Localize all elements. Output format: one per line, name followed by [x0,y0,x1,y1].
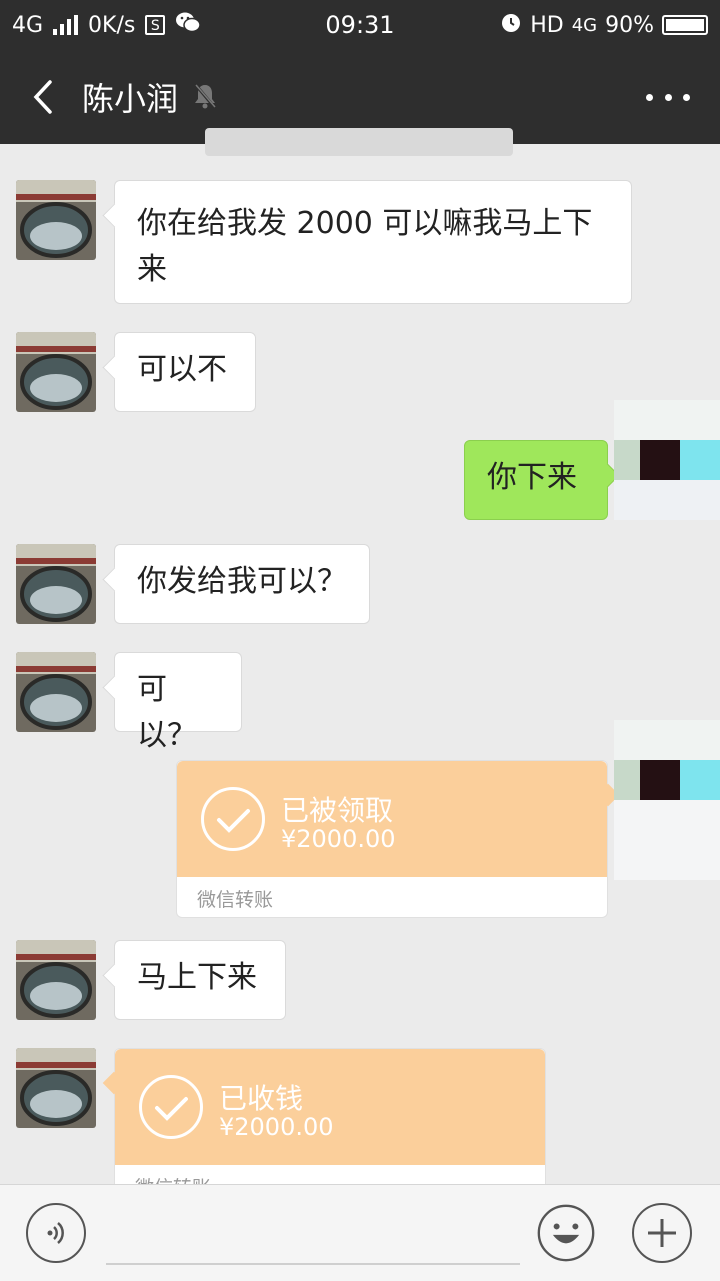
battery-percent: 90% [605,12,654,38]
check-icon [201,787,265,851]
transfer-status: 已收钱 [219,1082,304,1115]
contact-avatar[interactable] [16,940,96,1020]
check-icon [139,1075,203,1139]
message-text: 可以？ [137,672,197,753]
message-text: 马上下来 [137,960,257,995]
message-bubble[interactable]: 你在给我发 2000 可以嘛我马上下来 [114,180,632,304]
contact-avatar[interactable] [16,332,96,412]
message-bubble[interactable]: 可以？ [114,652,242,753]
network-label-2: 4G [571,14,598,36]
message-text: 你发给我可以？ [137,564,347,599]
alarm-icon [500,11,522,39]
contact-avatar[interactable] [16,180,96,260]
voice-icon [47,1222,64,1244]
more-options-button[interactable] [646,84,690,110]
transfer-amount: ¥2000.00 [219,1113,334,1141]
status-bar: 4G 0K/s S 09:31 HD 4G 90% [0,0,720,50]
emoji-icon [537,1204,595,1262]
back-button[interactable] [18,70,68,124]
my-avatar[interactable] [614,400,720,520]
transfer-label: 微信转账 [135,1173,211,1184]
transfer-card[interactable]: 已收钱 ¥2000.00 微信转账 [102,1048,546,1184]
transfer-card[interactable]: 已被领取 ¥2000.00 微信转账 [176,760,620,918]
message-bubble[interactable]: 马上下来 [114,940,286,1020]
contact-avatar[interactable] [16,652,96,732]
message-text: 可以不 [137,352,227,387]
plus-icon [648,1219,676,1247]
message-bubble[interactable]: 你发给我可以？ [114,544,370,624]
transfer-label: 微信转账 [197,889,274,911]
message-text: 你在给我发 2000 可以嘛我马上下来 [137,206,593,287]
contact-avatar[interactable] [16,1048,96,1128]
muted-bell-icon [192,82,218,114]
hd-label: HD [530,12,564,38]
transfer-status: 已被领取 [281,794,394,827]
clock: 09:31 [325,11,395,39]
add-button[interactable] [632,1203,692,1263]
message-bubble[interactable]: 你下来 [464,440,608,520]
battery-icon [662,15,708,35]
my-avatar[interactable] [614,720,720,880]
emoji-button[interactable] [536,1203,596,1263]
text-input[interactable] [106,1263,520,1265]
transfer-amount: ¥2000.00 [281,825,396,853]
contact-name: 陈小润 [82,80,179,118]
contact-avatar[interactable] [16,544,96,624]
message-text: 你下来 [487,460,577,495]
back-chevron-icon [33,80,52,114]
input-bar [0,1184,720,1281]
voice-button[interactable] [26,1203,86,1263]
message-bubble[interactable]: 可以不 [114,332,256,412]
chat-messages[interactable]: 你在给我发 2000 可以嘛我马上下来 可以不 你下来 你发给我可以？ 可以？ [0,144,720,1184]
